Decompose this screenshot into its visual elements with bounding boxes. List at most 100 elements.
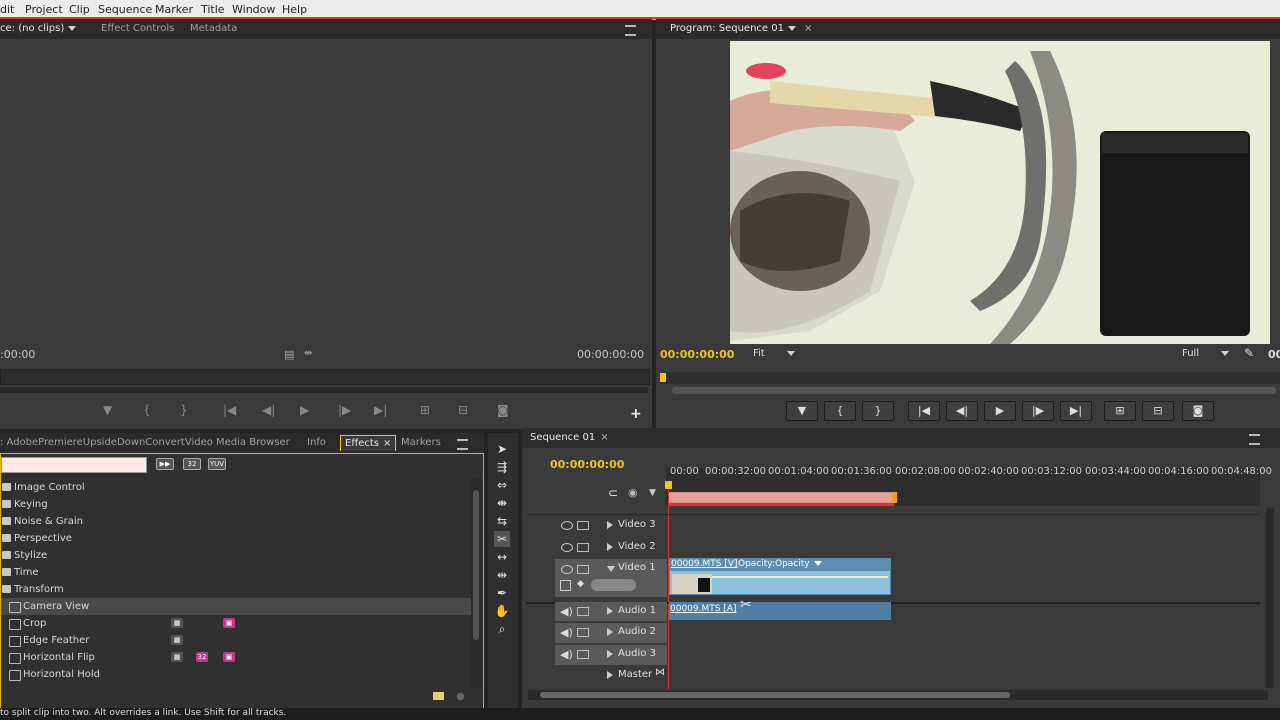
chevron-down-icon[interactable] [1221,350,1230,356]
expand-icon[interactable] [607,521,613,529]
tab-info[interactable]: Info [307,437,326,448]
set-marker-icon[interactable]: ◉ [628,486,638,499]
tab-metadata[interactable]: Metadata [190,23,237,34]
pen-tool-icon[interactable]: ✒ [494,585,510,601]
slide-tool-icon[interactable]: ⇹ [494,567,510,583]
tab-source[interactable]: ce: (no clips) [0,23,77,34]
timeline-timecode[interactable]: 00:00:00:00 [550,458,624,471]
collapse-icon[interactable] [607,566,615,572]
program-time-ruler[interactable] [660,372,1280,384]
work-area-end-handle[interactable] [892,492,897,503]
panel-menu-icon[interactable] [625,25,636,36]
menu-window[interactable]: Window [232,3,275,16]
chevron-down-icon[interactable] [786,350,795,356]
tab-program[interactable]: Program: Sequence 01 × [670,23,812,34]
keyframe-nav-icon[interactable] [591,579,636,591]
opacity-dropdown[interactable]: Opacity:Opacity [738,559,822,569]
menu-help[interactable]: Help [282,3,307,16]
32bit-effects-icon[interactable]: 32 [183,458,201,470]
effect-folder-transform[interactable]: Transform [1,581,471,598]
chevron-down-icon[interactable] [68,25,77,31]
tab-sequence[interactable]: Sequence 01 × [530,432,609,443]
go-to-in-button[interactable]: |◀ [908,401,940,421]
effect-crop[interactable]: Crop ▦ ▣ [1,615,471,632]
work-area-bar[interactable] [668,492,896,503]
ripple-edit-tool-icon[interactable]: ⇔ [494,477,510,493]
track-select-tool-icon[interactable]: ⇶ [494,459,510,475]
effect-folder-perspective[interactable]: Perspective [1,530,471,547]
marker-icon[interactable]: ▼ [649,488,656,498]
panel-menu-icon[interactable] [1249,434,1260,445]
razor-tool-icon[interactable]: ✂ [494,531,510,547]
effects-scrollbar[interactable] [471,478,481,688]
timeline-horizontal-scrollbar[interactable] [528,690,1268,700]
menu-project[interactable]: Project [25,3,63,16]
effect-folder-noise-grain[interactable]: Noise & Grain [1,513,471,530]
keyframe-icon[interactable]: ◆ [577,579,584,589]
source-zoom-bar[interactable] [0,387,648,393]
tab-project[interactable]: : AdobePremiereUpsideDownConvertVideo [0,437,213,448]
slip-tool-icon[interactable]: ↔ [494,549,510,565]
tab-media-browser[interactable]: Media Browser [216,437,290,448]
expand-icon[interactable] [607,650,613,658]
track-header-video-3[interactable]: Video 3 [555,516,667,536]
mark-out-icon[interactable]: } [180,403,188,417]
track-header-video-2[interactable]: Video 2 [555,538,667,558]
sync-lock-icon[interactable] [577,565,589,574]
program-playhead[interactable] [660,373,666,382]
close-icon[interactable]: × [600,432,608,443]
go-to-out-icon[interactable]: ▶| [374,403,387,417]
accelerated-effects-icon[interactable]: ▶▶ [156,458,174,470]
lift-button[interactable]: ⊞ [1104,401,1136,421]
speaker-icon[interactable]: ◀) [560,648,573,661]
source-time-ruler[interactable] [0,369,650,385]
chevron-down-icon[interactable] [787,25,796,31]
menu-edit[interactable]: dit [0,3,14,16]
menu-sequence[interactable]: Sequence [98,3,152,16]
tab-effect-controls[interactable]: Effect Controls [101,23,174,34]
sync-lock-icon[interactable] [577,543,589,552]
export-frame-button[interactable]: ◙ [1182,401,1214,421]
insert-icon[interactable]: ⊞ [420,403,430,417]
display-style-icon[interactable] [560,580,571,591]
mark-in-button[interactable]: { [824,401,856,421]
new-bin-icon[interactable] [433,692,444,700]
program-zoom-bar[interactable] [672,387,1276,394]
yuv-effects-icon[interactable]: YUV [208,458,226,470]
tab-effects[interactable]: Effects × [340,435,397,451]
program-timecode[interactable]: 00:00:00:00 [660,348,734,361]
hand-tool-icon[interactable]: ✋ [494,603,510,619]
track-header-master[interactable]: Master ⋈ [555,666,667,686]
play-button[interactable]: ▶ [984,401,1016,421]
track-header-audio-1[interactable]: ◀) Audio 1 [555,602,667,621]
play-icon[interactable]: ▶ [300,403,309,417]
extract-button[interactable]: ⊟ [1142,401,1174,421]
mark-out-button[interactable]: } [862,401,894,421]
step-forward-icon[interactable]: |▶ [338,403,351,417]
audio-clip[interactable]: 00009.MTS [A] [669,602,891,620]
scrollbar-thumb[interactable] [540,692,1010,698]
track-header-video-1[interactable]: Video 1 ◆ [555,559,667,597]
speaker-icon[interactable]: ◀) [560,626,573,639]
fit-dropdown[interactable]: Fit [753,348,795,359]
effect-folder-stylize[interactable]: Stylize [1,547,471,564]
sync-lock-icon[interactable] [577,628,589,637]
trim-icon[interactable]: ⇹ [304,348,312,359]
eye-icon[interactable] [561,521,573,530]
effect-folder-time[interactable]: Time [1,564,471,581]
source-timecode-in[interactable]: :00:00 [0,348,35,361]
zoom-tool-icon[interactable]: ⌕ [494,621,510,637]
marker-icon[interactable]: ▼ [103,403,112,417]
effect-folder-image-control[interactable]: Image Control [1,479,471,496]
rolling-edit-tool-icon[interactable]: ⇼ [494,495,510,511]
panel-menu-icon[interactable] [457,439,468,450]
mark-in-icon[interactable]: { [143,403,151,417]
rate-stretch-tool-icon[interactable]: ⇆ [494,513,510,529]
effect-camera-view[interactable]: Camera View [1,598,471,615]
playhead-handle[interactable] [665,481,672,489]
selection-tool-icon[interactable]: ➤ [494,441,510,457]
expand-icon[interactable] [607,671,613,679]
eye-icon[interactable] [561,543,573,552]
effect-edge-feather[interactable]: Edge Feather ▦ [1,632,471,649]
menu-clip[interactable]: Clip [69,3,90,16]
